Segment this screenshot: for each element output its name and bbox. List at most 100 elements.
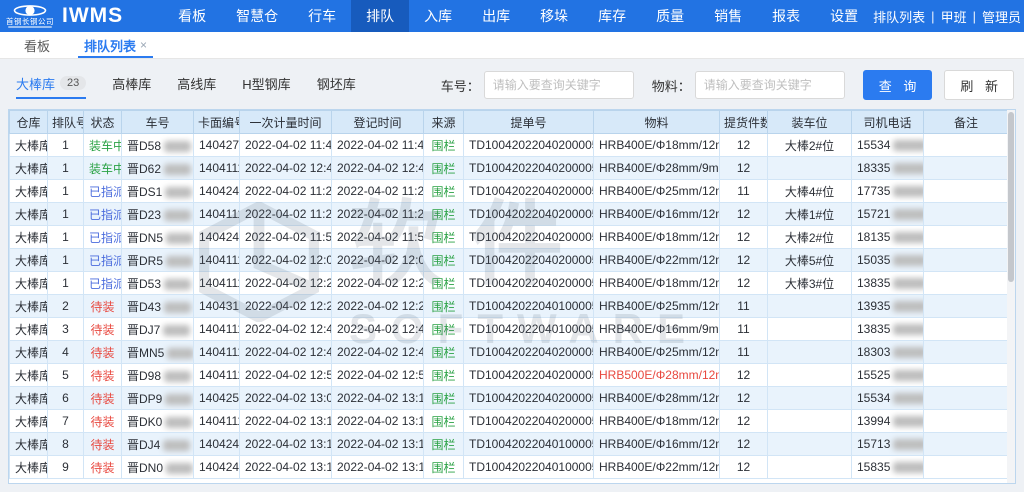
material-search-input[interactable] bbox=[695, 71, 845, 99]
warehouse-tab-1[interactable]: 高棒库 bbox=[112, 74, 151, 97]
cell-status: 待装 bbox=[84, 295, 122, 318]
cell-source: 围栏 bbox=[424, 341, 464, 364]
table-row[interactable]: 大棒库2待装晋D43140431192022-04-02 12:242022-0… bbox=[10, 295, 1009, 318]
header-row: 仓库排队号状态车号卡面编号一次计量时间登记时间来源提单号物料提货件数装车位司机电… bbox=[10, 111, 1009, 134]
cell-qty: 12 bbox=[720, 226, 768, 249]
column-header-qty: 提货件数 bbox=[720, 111, 768, 134]
privacy-blur-mask bbox=[164, 141, 191, 152]
cell-register_time: 2022-04-02 11:43 bbox=[332, 134, 424, 157]
table-row[interactable]: 大棒库1已指派晋D23140411192022-04-02 11:282022-… bbox=[10, 203, 1009, 226]
nav-item-7[interactable]: 库存 bbox=[583, 0, 641, 32]
user-menu-item-2[interactable]: 管理员 bbox=[982, 7, 1021, 26]
app-title: IWMS bbox=[62, 4, 123, 28]
table-row[interactable]: 大棒库3待装晋DJ7140411192022-04-02 12:412022-0… bbox=[10, 318, 1009, 341]
column-header-phone: 司机电话 bbox=[852, 111, 924, 134]
tab-0[interactable]: 看板 bbox=[14, 32, 60, 58]
cell-phone: 18335 bbox=[852, 157, 924, 180]
cell-plate: 晋D58 bbox=[122, 134, 194, 157]
table-row[interactable]: 大棒库1已指派晋DR5140411192022-04-02 12:022022-… bbox=[10, 249, 1009, 272]
warehouse-tab-4[interactable]: 钢坯库 bbox=[317, 74, 356, 97]
table-row[interactable]: 大棒库1已指派晋D53140411192022-04-02 12:212022-… bbox=[10, 272, 1009, 295]
plate-search-input[interactable] bbox=[484, 71, 634, 99]
privacy-blur-mask bbox=[166, 256, 193, 267]
user-area-separator: | bbox=[931, 9, 934, 24]
warehouse-tab-3[interactable]: H型钢库 bbox=[242, 74, 290, 97]
user-menu-item-0[interactable]: 排队列表 bbox=[873, 7, 925, 26]
scrollbar-thumb[interactable] bbox=[1008, 112, 1014, 282]
status-badge: 待装 bbox=[90, 392, 114, 406]
refresh-button[interactable]: 刷 新 bbox=[944, 70, 1014, 100]
cell-phone: 15035 bbox=[852, 249, 924, 272]
cell-queue_no: 1 bbox=[48, 203, 84, 226]
table-row[interactable]: 大棒库1装车中晋D58140427192022-04-02 11:432022-… bbox=[10, 134, 1009, 157]
cell-register_time: 2022-04-02 13:19 bbox=[332, 456, 424, 479]
privacy-blur-mask bbox=[893, 232, 923, 243]
source-tag: 围栏 bbox=[431, 300, 455, 314]
nav-item-10[interactable]: 报表 bbox=[757, 0, 815, 32]
table-row[interactable]: 大棒库6待装晋DP9140425192022-04-02 13:092022-0… bbox=[10, 387, 1009, 410]
nav-item-2[interactable]: 行车 bbox=[293, 0, 351, 32]
cell-qty: 12 bbox=[720, 364, 768, 387]
nav-item-11[interactable]: 设置 bbox=[815, 0, 873, 32]
phone-visible-text: 15721 bbox=[857, 207, 890, 221]
warehouse-tab-label: 钢坯库 bbox=[317, 74, 356, 93]
nav-item-4[interactable]: 入库 bbox=[409, 0, 467, 32]
column-header-card: 卡面编号 bbox=[194, 111, 240, 134]
cell-register_time: 2022-04-02 12:47 bbox=[332, 157, 424, 180]
phone-visible-text: 15835 bbox=[857, 460, 890, 474]
cell-material: HRB400E/Φ28mm/12m bbox=[594, 387, 720, 410]
privacy-blur-mask bbox=[893, 186, 923, 197]
user-menu-item-1[interactable]: 甲班 bbox=[941, 7, 967, 26]
nav-item-3[interactable]: 排队 bbox=[351, 0, 409, 32]
warehouse-tab-0[interactable]: 大棒库23 bbox=[16, 74, 86, 97]
nav-item-6[interactable]: 移垛 bbox=[525, 0, 583, 32]
cell-material: HRB400E/Φ16mm/12m bbox=[594, 203, 720, 226]
tab-1[interactable]: 排队列表× bbox=[74, 32, 157, 58]
nav-item-8[interactable]: 质量 bbox=[641, 0, 699, 32]
queue-table-body: 大棒库1装车中晋D58140427192022-04-02 11:432022-… bbox=[10, 134, 1009, 479]
table-row[interactable]: 大棒库7待装晋DK0140411192022-04-02 13:112022-0… bbox=[10, 410, 1009, 433]
nav-item-5[interactable]: 出库 bbox=[467, 0, 525, 32]
vertical-scrollbar[interactable] bbox=[1007, 110, 1015, 483]
status-badge: 待装 bbox=[90, 300, 114, 314]
cell-weigh_time: 2022-04-02 13:18 bbox=[240, 456, 332, 479]
material-text: HRB400E/Φ28mm/12m bbox=[599, 391, 720, 405]
cell-register_time: 2022-04-02 11:28 bbox=[332, 203, 424, 226]
cell-warehouse: 大棒库 bbox=[10, 318, 48, 341]
warehouse-tabs: 大棒库23 高棒库 高线库 H型钢库 钢坯库 bbox=[16, 74, 382, 97]
table-row[interactable]: 大棒库8待装晋DJ4140424192022-04-02 13:152022-0… bbox=[10, 433, 1009, 456]
cell-dock: 大棒3#位 bbox=[768, 272, 852, 295]
cell-plate: 晋DK0 bbox=[122, 410, 194, 433]
cell-phone: 15525 bbox=[852, 364, 924, 387]
source-tag: 围栏 bbox=[431, 277, 455, 291]
close-icon[interactable]: × bbox=[140, 38, 147, 52]
cell-qty: 12 bbox=[720, 272, 768, 295]
table-row[interactable]: 大棒库9待装晋DN0140424192022-04-02 13:182022-0… bbox=[10, 456, 1009, 479]
query-button[interactable]: 查 询 bbox=[863, 70, 933, 100]
nav-item-9[interactable]: 销售 bbox=[699, 0, 757, 32]
cell-dock: 大棒5#位 bbox=[768, 249, 852, 272]
nav-item-1[interactable]: 智慧仓 bbox=[221, 0, 293, 32]
table-row[interactable]: 大棒库1已指派晋DN5140424192022-04-02 11:532022-… bbox=[10, 226, 1009, 249]
cell-weigh_time: 2022-04-02 11:53 bbox=[240, 226, 332, 249]
cell-phone: 15721 bbox=[852, 203, 924, 226]
cell-warehouse: 大棒库 bbox=[10, 180, 48, 203]
cell-plate: 晋D53 bbox=[122, 272, 194, 295]
cell-queue_no: 1 bbox=[48, 134, 84, 157]
plate-visible-text: 晋D98 bbox=[127, 369, 161, 383]
table-row[interactable]: 大棒库4待装晋MN5140411192022-04-02 12:492022-0… bbox=[10, 341, 1009, 364]
cell-dock bbox=[768, 364, 852, 387]
nav-item-0[interactable]: 看板 bbox=[163, 0, 221, 32]
warehouse-tab-2[interactable]: 高线库 bbox=[177, 74, 216, 97]
source-tag: 围栏 bbox=[431, 415, 455, 429]
cell-status: 已指派 bbox=[84, 203, 122, 226]
table-row[interactable]: 大棒库1已指派晋DS1140424192022-04-02 11:262022-… bbox=[10, 180, 1009, 203]
cell-source: 围栏 bbox=[424, 157, 464, 180]
table-row[interactable]: 大棒库5待装晋D98140411192022-04-02 12:502022-0… bbox=[10, 364, 1009, 387]
cell-note bbox=[924, 272, 1009, 295]
privacy-blur-mask bbox=[164, 279, 191, 290]
table-row[interactable]: 大棒库1装车中晋D62140411192022-04-02 12:462022-… bbox=[10, 157, 1009, 180]
source-tag: 围栏 bbox=[431, 392, 455, 406]
cell-weigh_time: 2022-04-02 13:15 bbox=[240, 433, 332, 456]
plate-visible-text: 晋DS1 bbox=[127, 185, 162, 199]
